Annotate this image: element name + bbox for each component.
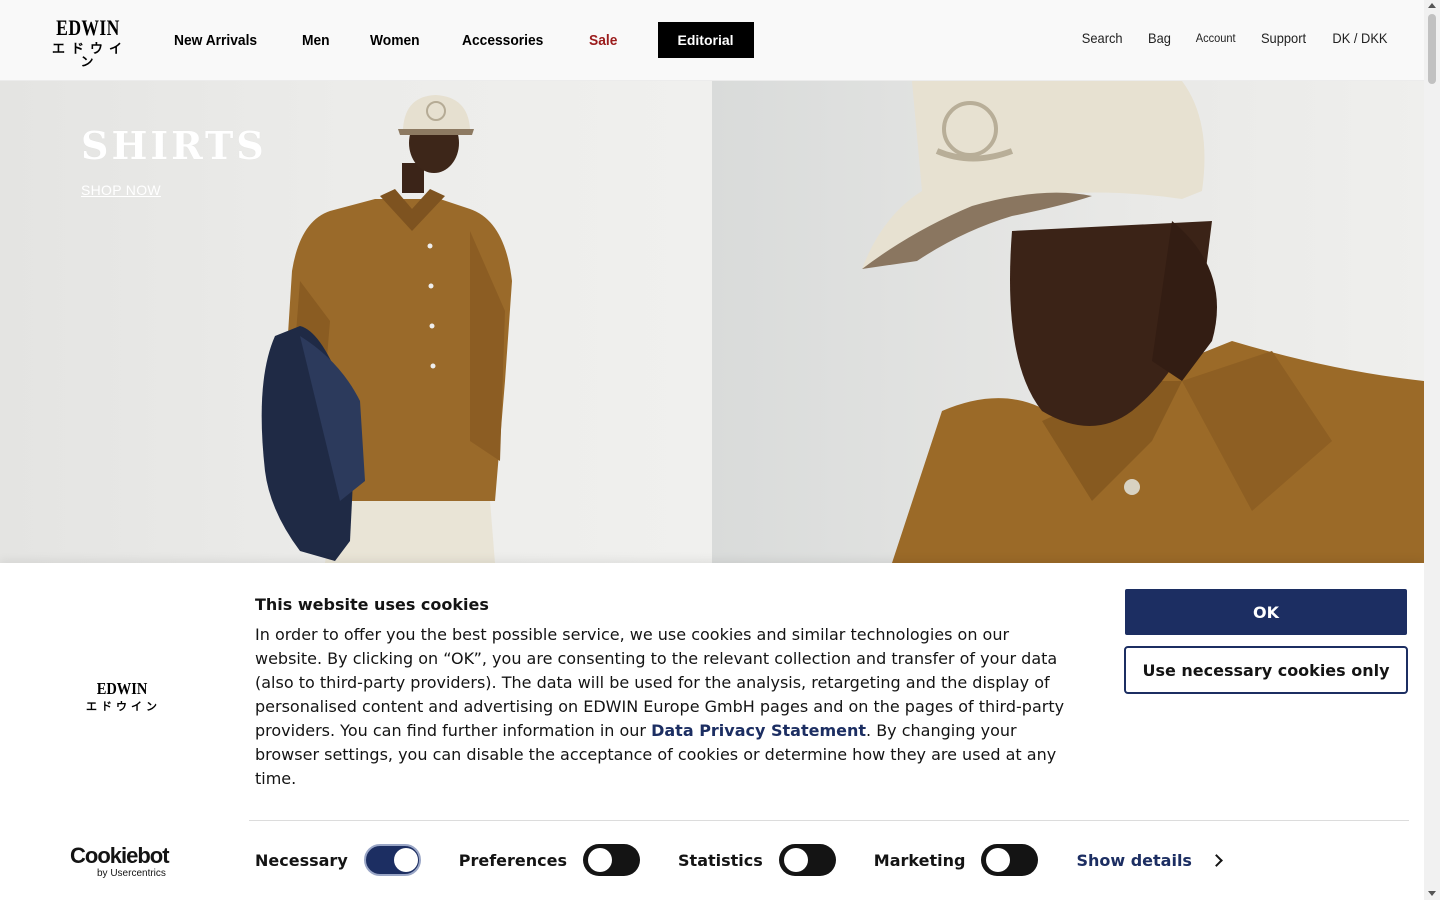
cookie-brand-logo: EDWIN エドウイン — [82, 680, 162, 712]
nav-sale[interactable]: Sale — [589, 32, 617, 49]
site-header: EDWIN エドウイン New Arrivals Men Women Acces… — [0, 0, 1424, 81]
toggle-marketing: Marketing — [874, 844, 1039, 876]
hero-image-right — [712, 81, 1424, 563]
toggle-preferences-label: Preferences — [458, 850, 568, 870]
scroll-up-arrow-icon[interactable] — [1428, 3, 1436, 8]
cookiebot-sub: by Usercentrics — [97, 868, 166, 879]
search-link[interactable]: Search — [1082, 30, 1123, 46]
cookiebot-name: Cookiebot — [70, 843, 170, 868]
accept-all-button[interactable]: OK — [1125, 589, 1407, 635]
support-link[interactable]: Support — [1261, 30, 1306, 46]
cookiebot-logo[interactable]: Cookiebot by Usercentrics — [70, 845, 174, 879]
necessary-switch[interactable] — [363, 844, 421, 876]
show-details-label: Show details — [1076, 850, 1192, 870]
show-details-link[interactable]: Show details — [1076, 850, 1223, 870]
cookie-description: In order to offer you the best possible … — [255, 623, 1075, 791]
switch-knob — [986, 848, 1011, 872]
model-closeup-image — [862, 81, 1424, 563]
cookie-banner: EDWIN エドウイン This website uses cookies In… — [0, 563, 1424, 900]
nav-new-arrivals[interactable]: New Arrivals — [174, 32, 257, 49]
preferences-switch[interactable] — [583, 844, 641, 876]
bag-link[interactable]: Bag — [1148, 30, 1171, 46]
toggle-necessary: Necessary — [255, 844, 421, 876]
marketing-switch[interactable] — [981, 844, 1039, 876]
shop-now-link[interactable]: SHOP NOW — [81, 182, 161, 198]
nav-accessories[interactable]: Accessories — [462, 32, 543, 49]
cookie-brand-name-jp: エドウイン — [86, 700, 161, 713]
brand-name: EDWIN — [56, 15, 120, 40]
toggle-statistics: Statistics — [678, 844, 836, 876]
switch-knob — [783, 848, 808, 872]
switch-knob — [588, 848, 613, 872]
brand-name-jp: エドウイン — [51, 42, 128, 70]
cookie-title: This website uses cookies — [255, 595, 489, 614]
hero-banner[interactable]: SHIRTS SHOP NOW — [0, 81, 1424, 563]
locale-selector[interactable]: DK / DKK — [1332, 30, 1387, 46]
toggle-statistics-label: Statistics — [678, 850, 763, 870]
necessary-only-button[interactable]: Use necessary cookies only — [1124, 646, 1408, 694]
toggle-necessary-label: Necessary — [255, 850, 348, 870]
hero-title: SHIRTS — [81, 123, 267, 168]
account-link[interactable]: Account — [1195, 31, 1235, 45]
cookie-divider — [249, 820, 1409, 821]
nav-men[interactable]: Men — [302, 32, 330, 49]
cookie-brand-name: EDWIN — [96, 679, 148, 698]
scroll-down-arrow-icon[interactable] — [1428, 891, 1436, 896]
chevron-right-icon — [1210, 853, 1223, 867]
utility-nav: Search Bag Account Support DK / DKK — [1058, 30, 1390, 46]
privacy-statement-link[interactable]: Data Privacy Statement — [651, 721, 866, 740]
toggle-preferences: Preferences — [458, 844, 641, 876]
scroll-thumb[interactable] — [1428, 14, 1436, 84]
nav-editorial[interactable]: Editorial — [657, 22, 754, 58]
nav-women[interactable]: Women — [370, 32, 420, 49]
consent-toggles: Necessary Preferences Statistics Marketi… — [255, 843, 1223, 877]
switch-knob — [393, 848, 418, 872]
page-scrollbar[interactable] — [1424, 0, 1440, 900]
statistics-switch[interactable] — [778, 844, 836, 876]
brand-logo[interactable]: EDWIN エドウイン — [40, 15, 136, 70]
toggle-marketing-label: Marketing — [873, 850, 966, 870]
main-nav: New Arrivals Men Women Accessories Sale … — [174, 22, 792, 58]
